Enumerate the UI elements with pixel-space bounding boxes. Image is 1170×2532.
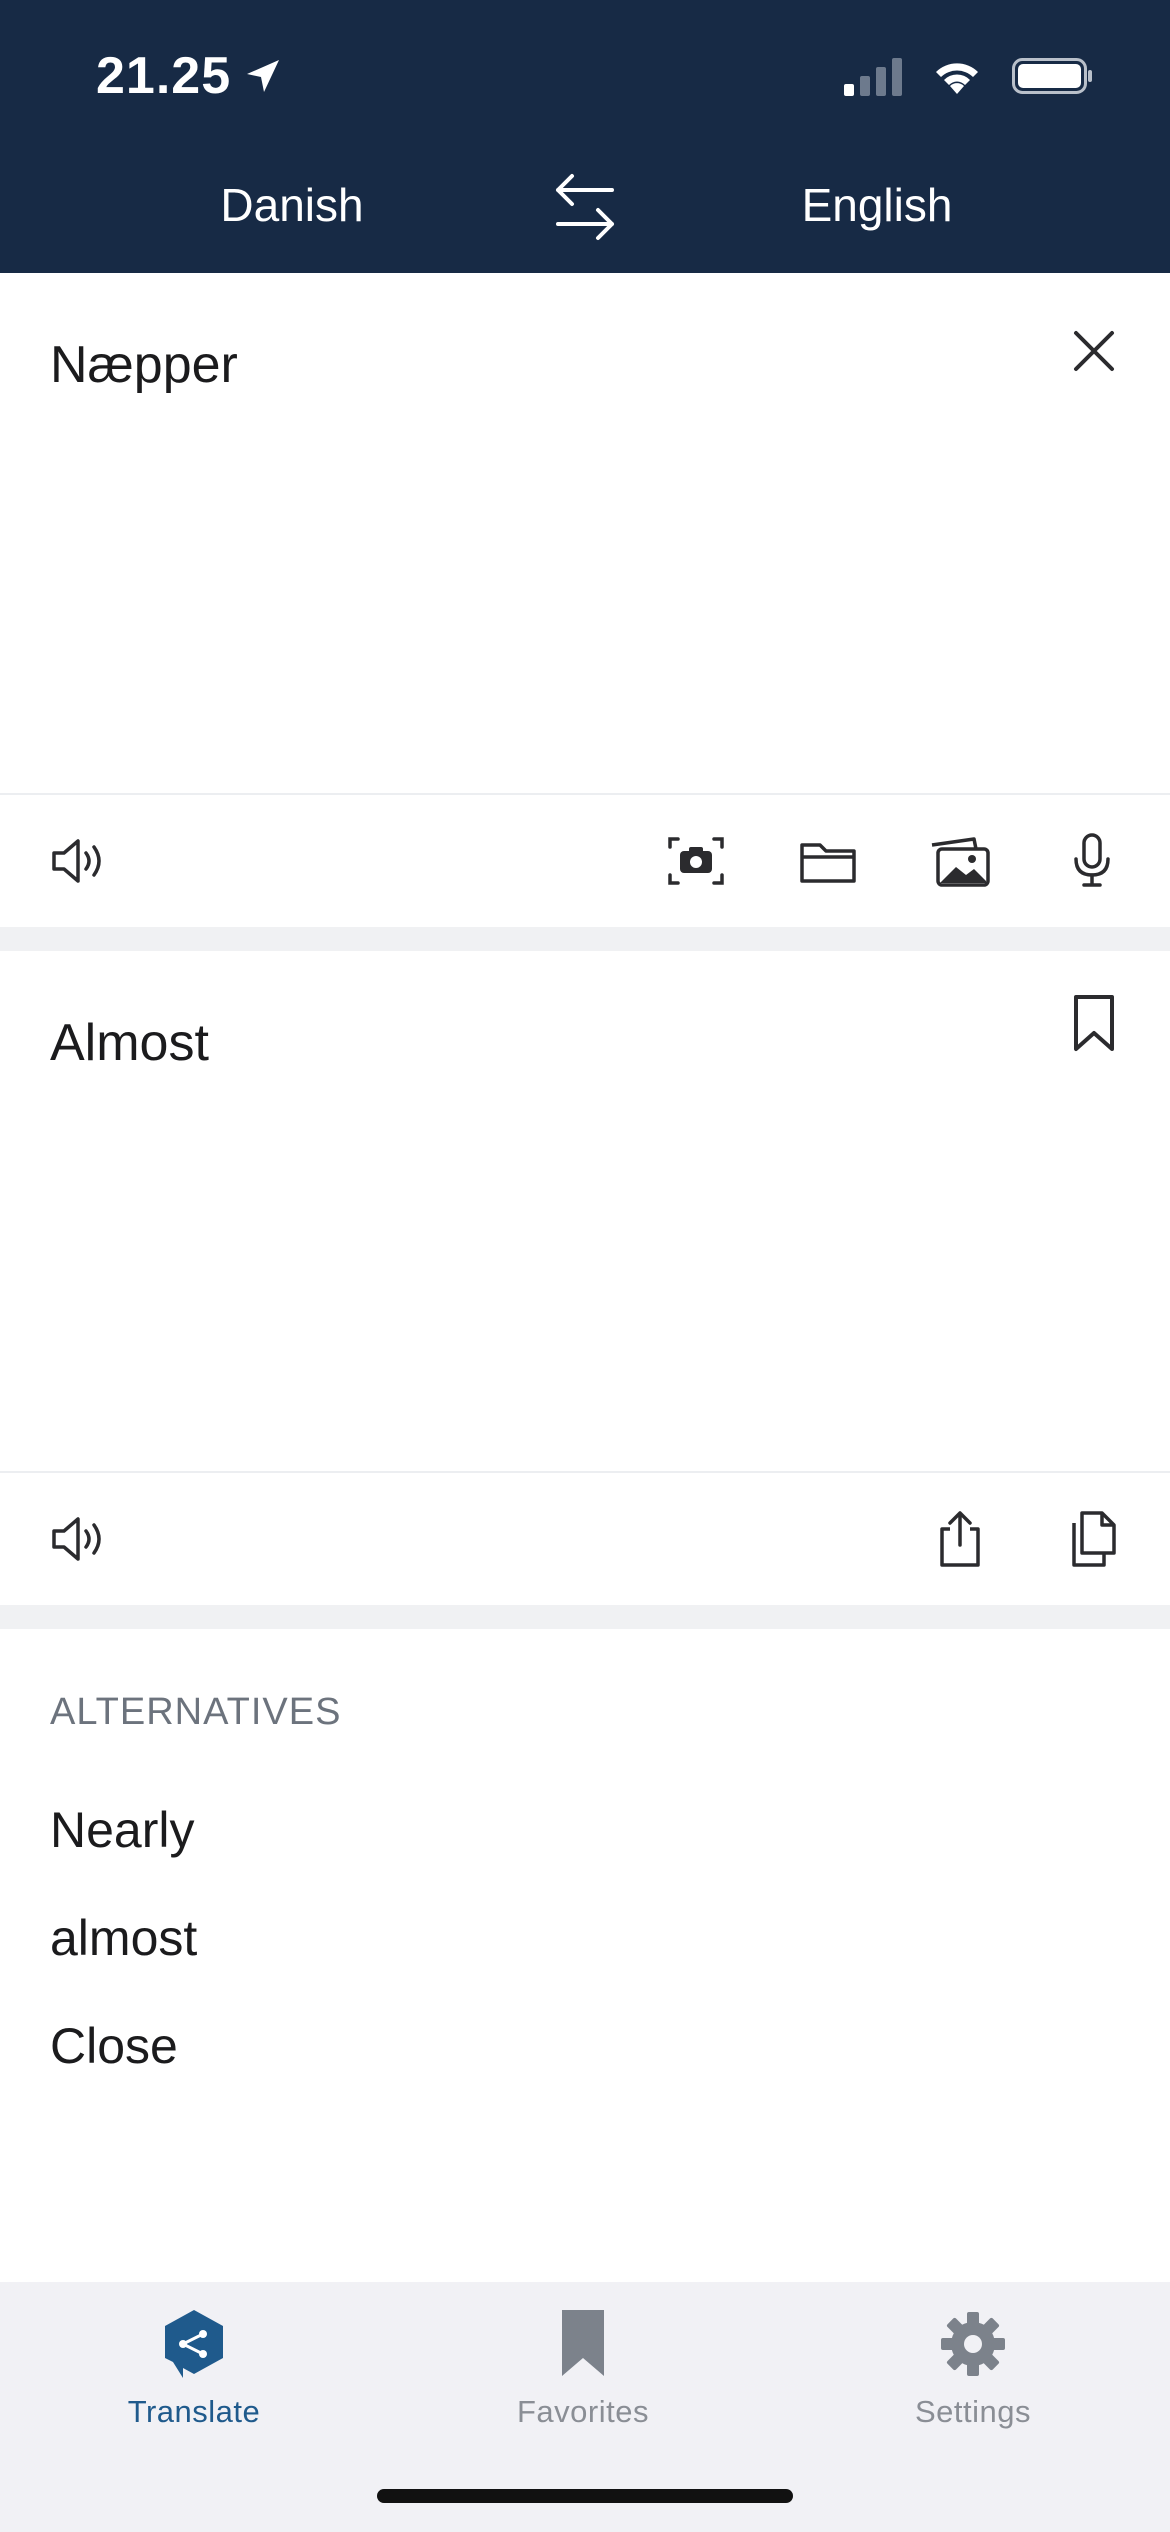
folder-icon[interactable] [796, 831, 860, 891]
location-arrow-icon [247, 60, 280, 92]
share-icon[interactable] [928, 1509, 992, 1569]
translation-text: Almost [50, 1014, 209, 1072]
speaker-icon[interactable] [48, 1509, 112, 1569]
gear-icon [941, 2312, 1005, 2376]
alternative-item[interactable]: Nearly [50, 1801, 194, 1859]
translation-panel: Almost [0, 951, 1170, 1605]
tab-label: Favorites [517, 2394, 649, 2429]
alternatives-section: ALTERNATIVES Nearly almost Close [0, 1629, 1170, 2282]
app-header: 21.25 Danish English [0, 0, 1170, 273]
cellular-signal-icon [844, 58, 902, 96]
target-language-button[interactable]: English [727, 178, 1027, 232]
microphone-icon[interactable] [1060, 831, 1124, 891]
wifi-icon [936, 63, 978, 94]
tab-settings[interactable]: Settings [843, 2306, 1103, 2430]
tab-label: Settings [914, 2394, 1031, 2429]
tab-translate[interactable]: Translate [64, 2306, 324, 2430]
source-language-button[interactable]: Danish [142, 178, 442, 232]
camera-scan-icon[interactable] [664, 831, 728, 891]
photo-gallery-icon[interactable] [928, 831, 992, 891]
bookmark-icon[interactable] [1066, 993, 1122, 1053]
speaker-icon[interactable] [48, 831, 112, 891]
source-text-panel: Næpper [0, 273, 1170, 927]
source-text-input[interactable]: Næpper [50, 335, 238, 395]
status-time: 21.25 [96, 47, 232, 105]
swap-languages-icon[interactable] [550, 168, 620, 248]
clear-text-icon[interactable] [1066, 321, 1122, 381]
alternatives-heading: ALTERNATIVES [50, 1691, 342, 1733]
status-indicators [844, 56, 1094, 96]
tab-label: Translate [127, 2394, 261, 2429]
battery-icon [1012, 58, 1092, 94]
alternative-item[interactable]: Close [50, 2017, 178, 2075]
translate-icon [165, 2310, 223, 2378]
panel-divider [0, 1605, 1170, 1629]
status-time-group: 21.25 [96, 46, 283, 106]
alternative-item[interactable]: almost [50, 1909, 197, 1967]
language-selector: Danish English [0, 168, 1170, 248]
translation-toolbar [0, 1471, 1170, 1605]
source-toolbar [0, 793, 1170, 927]
tab-favorites[interactable]: Favorites [453, 2306, 713, 2430]
home-indicator [377, 2489, 793, 2503]
bookmark-icon [562, 2310, 604, 2376]
panel-divider [0, 927, 1170, 951]
copy-icon[interactable] [1060, 1509, 1124, 1569]
